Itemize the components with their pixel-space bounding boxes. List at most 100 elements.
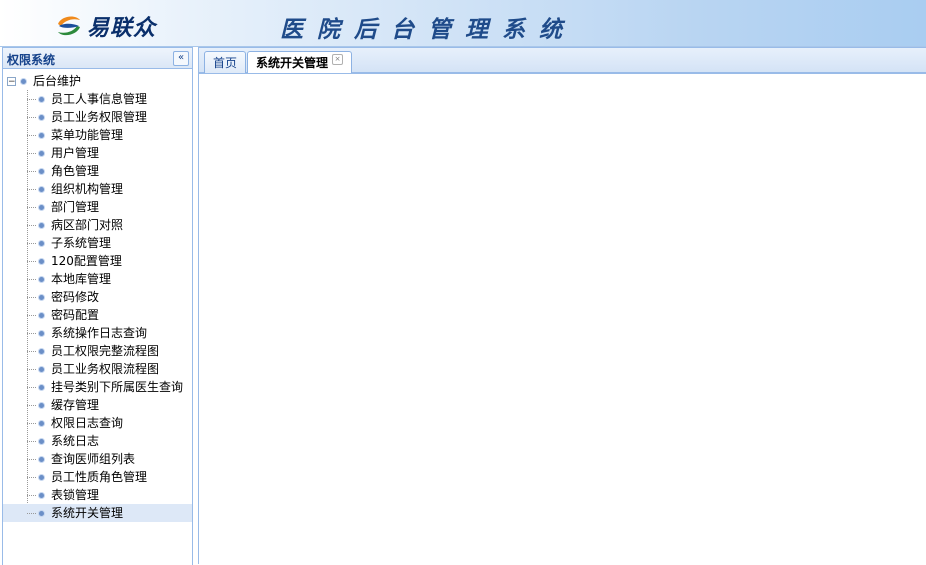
- node-bullet-icon: [39, 474, 44, 480]
- tree-item[interactable]: 密码修改: [3, 288, 192, 306]
- tree-item[interactable]: 系统日志: [3, 432, 192, 450]
- tree-item[interactable]: 表锁管理: [3, 486, 192, 504]
- tab-home[interactable]: 首页: [204, 51, 247, 73]
- close-icon[interactable]: ×: [332, 54, 344, 65]
- tree-connector: [27, 423, 36, 424]
- brand-logo: 易联众: [55, 10, 156, 42]
- tree-connector: [27, 135, 36, 136]
- tree-item-label: 本地库管理: [51, 272, 112, 286]
- tree-item-label: 员工业务权限管理: [51, 110, 148, 124]
- system-title: 医院后台管理系统: [280, 16, 576, 43]
- tree-item[interactable]: 员工业务权限管理: [3, 108, 192, 126]
- tree-item-label: 员工性质角色管理: [51, 470, 148, 484]
- tree-connector: [27, 513, 36, 514]
- tree-item-label: 员工业务权限流程图: [51, 362, 160, 376]
- tree-connector: [27, 477, 36, 478]
- node-bullet-icon: [39, 366, 44, 372]
- tab-home-label: 首页: [213, 56, 238, 70]
- tree-item-label: 部门管理: [51, 200, 100, 214]
- tree-item[interactable]: 查询医师组列表: [3, 450, 192, 468]
- tree-item[interactable]: 权限日志查询: [3, 414, 192, 432]
- tree-item-label: 挂号类别下所属医生查询: [51, 380, 184, 394]
- tree-item[interactable]: 系统操作日志查询: [3, 324, 192, 342]
- tree-item[interactable]: 员工业务权限流程图: [3, 360, 192, 378]
- node-bullet-icon: [39, 492, 44, 498]
- tree-root-node[interactable]: − 后台维护: [3, 72, 192, 90]
- tree-item[interactable]: 系统开关管理: [3, 504, 192, 522]
- tree-item[interactable]: 120配置管理: [3, 252, 192, 270]
- node-bullet-icon: [21, 78, 26, 84]
- tree-item[interactable]: 病区部门对照: [3, 216, 192, 234]
- logo-text: 易联众: [87, 15, 157, 41]
- logo-swirl-icon: [58, 16, 80, 36]
- tree-connector: [27, 297, 36, 298]
- tree-item-label: 密码配置: [51, 308, 100, 322]
- tree-item-label: 系统开关管理: [51, 506, 124, 520]
- node-bullet-icon: [39, 348, 44, 354]
- node-bullet-icon: [39, 186, 44, 192]
- tree-item[interactable]: 员工人事信息管理: [3, 90, 192, 108]
- app-header: 易联众 医院后台管理系统: [0, 0, 926, 47]
- node-bullet-icon: [39, 150, 44, 156]
- tab-system-switch[interactable]: 系统开关管理 ×: [247, 51, 353, 74]
- tab-strip: 首页 系统开关管理 ×: [198, 47, 926, 74]
- tree-connector: [27, 207, 36, 208]
- menu-tree: − 后台维护 员工人事信息管理 员工业务权限管理菜单功能管理用户管理角色管理组织机…: [3, 72, 192, 522]
- node-bullet-icon: [39, 438, 44, 444]
- node-bullet-icon: [39, 222, 44, 228]
- tree-item[interactable]: 密码配置: [3, 306, 192, 324]
- tree-item[interactable]: 本地库管理: [3, 270, 192, 288]
- node-bullet-icon: [39, 132, 44, 138]
- sidebar-header: 权限系统 «: [3, 48, 192, 69]
- node-bullet-icon: [39, 276, 44, 282]
- collapse-sidebar-button[interactable]: «: [173, 51, 189, 66]
- tree-connector: [27, 387, 36, 388]
- tree-root-label: 后台维护: [33, 74, 82, 88]
- node-bullet-icon: [39, 420, 44, 426]
- tree-item-label: 用户管理: [51, 146, 100, 160]
- sidebar-title: 权限系统: [7, 53, 56, 67]
- tree-connector: [27, 459, 36, 460]
- tree-connector: [27, 153, 36, 154]
- tree-item-label: 权限日志查询: [51, 416, 124, 430]
- tree-connector: [27, 261, 36, 262]
- tree-item[interactable]: 缓存管理: [3, 396, 192, 414]
- tree-connector: [27, 315, 36, 316]
- tree-item-label: 子系统管理: [51, 236, 112, 250]
- tree-connector: [27, 171, 36, 172]
- collapse-node-icon[interactable]: −: [7, 76, 16, 86]
- node-bullet-icon: [39, 510, 44, 516]
- tree-item-label: 角色管理: [51, 164, 100, 178]
- tree-item-label: 缓存管理: [51, 398, 100, 412]
- tree-item[interactable]: 员工权限完整流程图: [3, 342, 192, 360]
- tree-item-label: 系统日志: [51, 434, 100, 448]
- tree-connector: [27, 189, 36, 190]
- tree-item-label: 120配置管理: [51, 254, 122, 268]
- tree-item[interactable]: 用户管理: [3, 144, 192, 162]
- tree-item[interactable]: 员工性质角色管理: [3, 468, 192, 486]
- tree-item[interactable]: 挂号类别下所属医生查询: [3, 378, 192, 396]
- tree-item[interactable]: 子系统管理: [3, 234, 192, 252]
- tree-item-label: 员工权限完整流程图: [51, 344, 160, 358]
- tree-children: 员工人事信息管理 员工业务权限管理菜单功能管理用户管理角色管理组织机构管理 部门管理…: [3, 90, 192, 522]
- tree-item-label: 查询医师组列表: [51, 452, 136, 466]
- tree-connector: [27, 405, 36, 406]
- node-bullet-icon: [39, 96, 44, 102]
- tree-item[interactable]: 菜单功能管理: [3, 126, 192, 144]
- node-bullet-icon: [39, 240, 44, 246]
- node-bullet-icon: [39, 330, 44, 336]
- tree-item-label: 员工人事信息管理: [51, 92, 148, 106]
- tree-connector: [27, 225, 36, 226]
- node-bullet-icon: [39, 312, 44, 318]
- tree-item[interactable]: 部门管理: [3, 198, 192, 216]
- tree-connector: [27, 333, 36, 334]
- tree-item-label: 组织机构管理: [51, 182, 124, 196]
- tree-item[interactable]: 角色管理: [3, 162, 192, 180]
- node-bullet-icon: [39, 384, 44, 390]
- tree-connector: [27, 441, 36, 442]
- tree-item[interactable]: 组织机构管理: [3, 180, 192, 198]
- tree-connector: [27, 243, 36, 244]
- tree-connector: [27, 279, 36, 280]
- tree-connector: [27, 495, 36, 496]
- tree-connector: [27, 351, 36, 352]
